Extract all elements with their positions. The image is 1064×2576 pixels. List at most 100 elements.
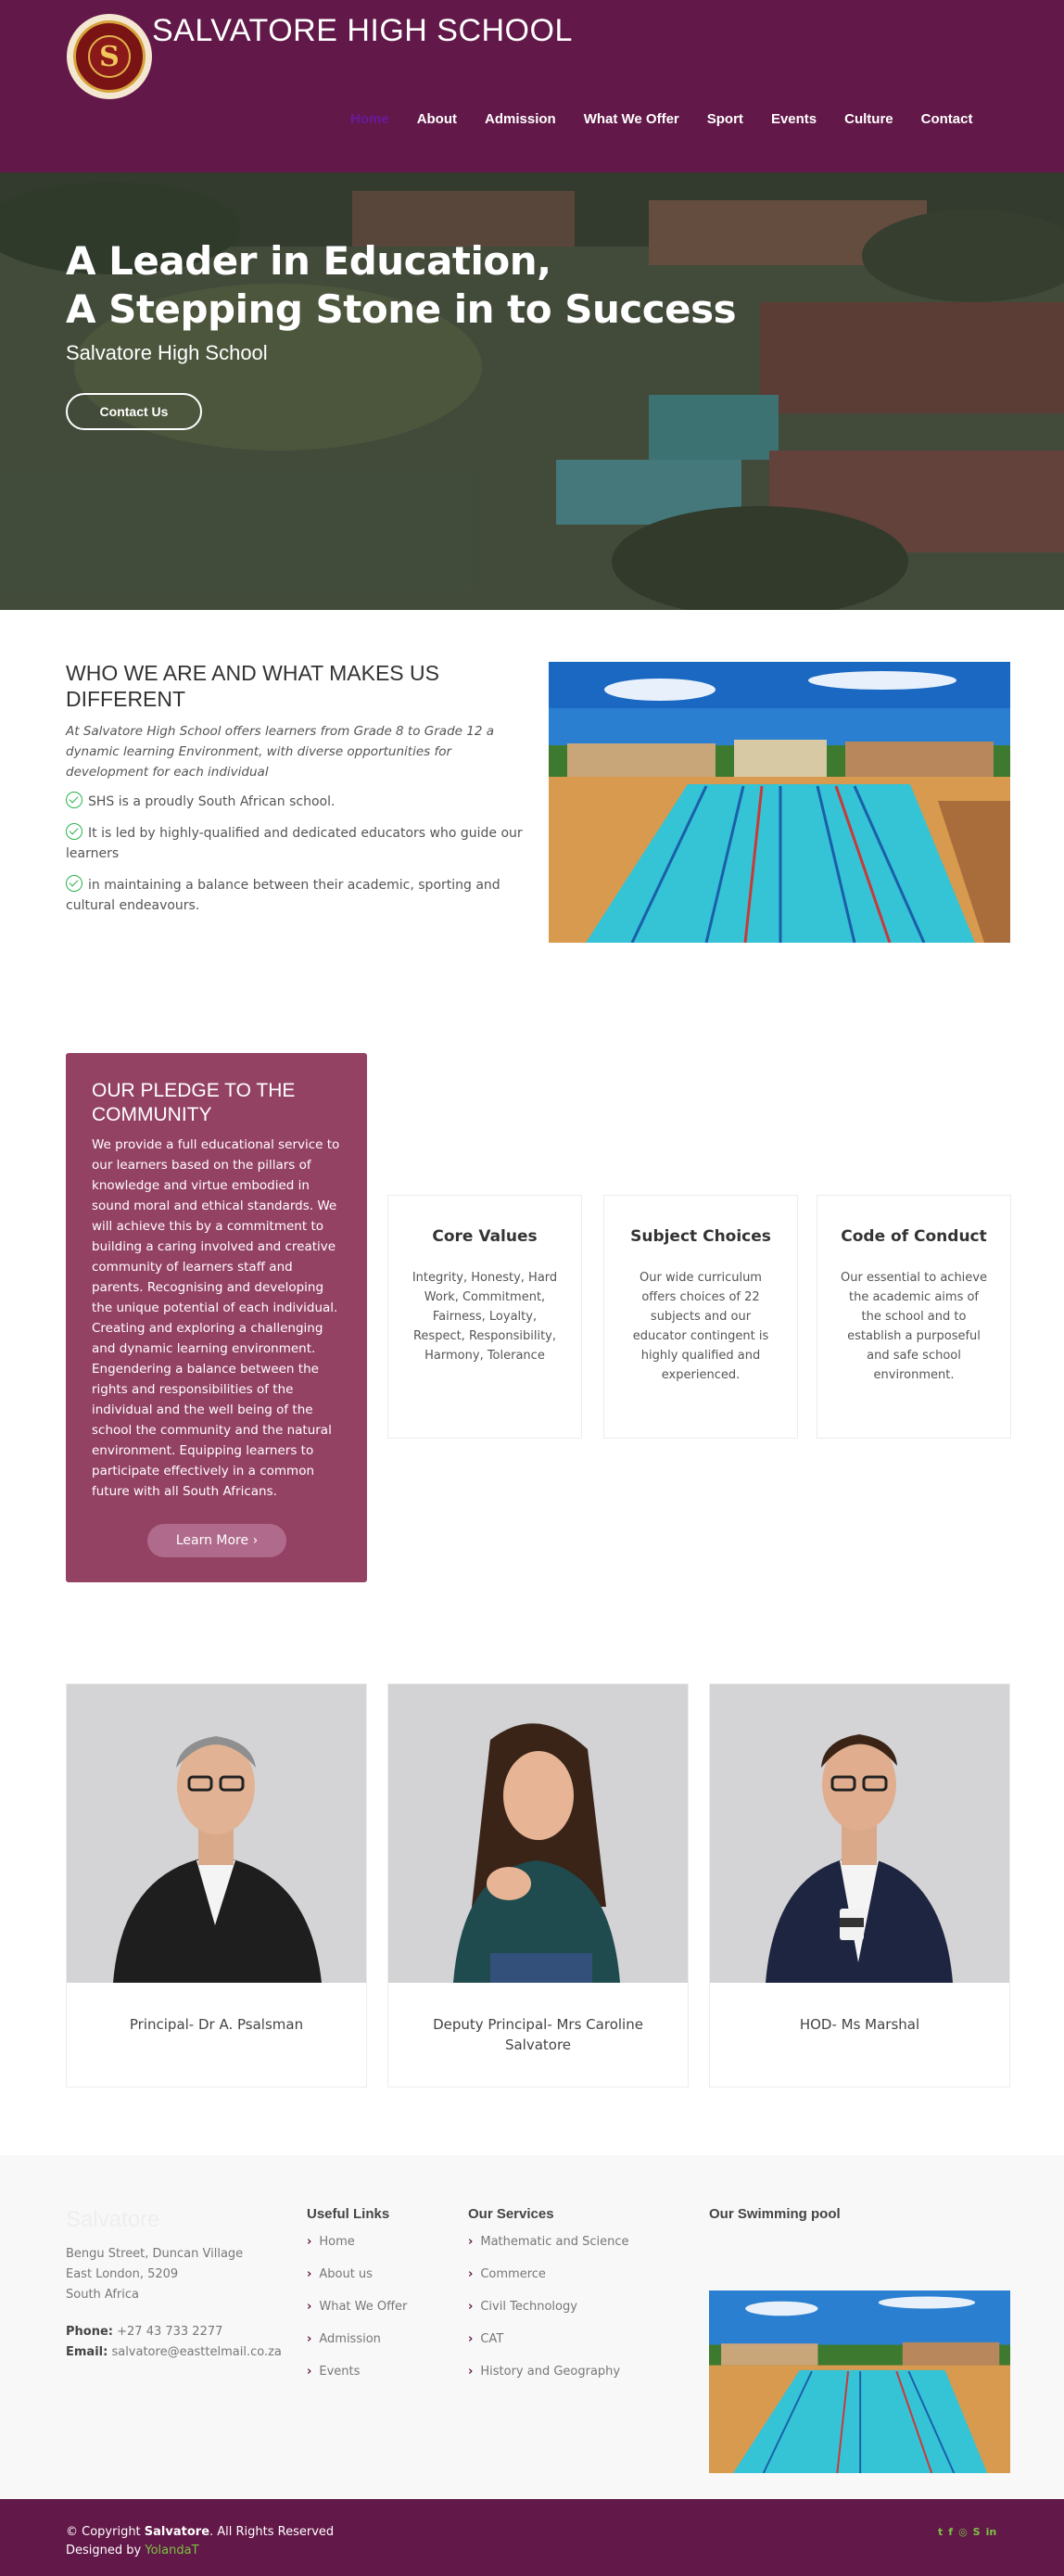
staff-card-principal[interactable]: Principal- Dr A. Psalsman xyxy=(66,1683,367,2087)
twitter-icon[interactable]: t xyxy=(938,2526,943,2538)
staff-name: Deputy Principal- Mrs Caroline Salvatore xyxy=(433,2016,643,2053)
card-title: Code of Conduct xyxy=(841,1227,987,1246)
list-item: in maintaining a balance between their a… xyxy=(66,875,529,916)
nav-sport[interactable]: Sport xyxy=(707,111,743,127)
pool-column: Our Swimming pool xyxy=(709,2206,841,2235)
person-photo xyxy=(67,1684,366,1983)
copyright-prefix: © Copyright xyxy=(66,2525,145,2539)
core-values-card[interactable]: Core Values Integrity, Honesty, Hard Wor… xyxy=(387,1195,582,1439)
pool-heading: Our Swimming pool xyxy=(709,2206,841,2222)
phone-value[interactable]: +27 43 733 2277 xyxy=(117,2325,222,2339)
footer-link-about[interactable]: About us xyxy=(307,2267,407,2300)
crest-letter-icon: S xyxy=(88,35,131,78)
useful-links-heading: Useful Links xyxy=(307,2206,390,2222)
pledge-heading: OUR PLEDGE TO THE COMMUNITY xyxy=(92,1080,296,1125)
footer-pool-image xyxy=(709,2290,1010,2473)
linkedin-icon[interactable]: in xyxy=(986,2526,997,2538)
person-photo xyxy=(710,1684,1009,1983)
card-text: Integrity, Honesty, Hard Work, Commitmen… xyxy=(412,1271,558,1363)
who-heading: WHO WE ARE AND WHAT MAKES US DIFFERENT xyxy=(66,661,439,711)
check-circle-icon xyxy=(66,875,82,892)
list-item: It is led by highly-qualified and dedica… xyxy=(66,823,529,864)
nav-admission[interactable]: Admission xyxy=(485,111,556,127)
svg-text:S: S xyxy=(99,41,120,73)
person-photo xyxy=(388,1684,688,1983)
check-circle-icon xyxy=(66,792,82,808)
hero-title-line2: A Stepping Stone in to Success xyxy=(66,286,737,332)
copyright-brand: Salvatore xyxy=(144,2525,210,2539)
learn-more-button[interactable]: Learn More › xyxy=(147,1524,286,1557)
email-value[interactable]: salvatore@easttelmail.co.za xyxy=(111,2345,281,2359)
site-title[interactable]: SALVATORE HIGH SCHOOL xyxy=(152,13,573,49)
crest-inner: S xyxy=(73,20,146,93)
footer-link-admission[interactable]: Admission xyxy=(307,2332,407,2365)
card-title: Core Values xyxy=(432,1227,538,1246)
nav-what-we-offer[interactable]: What We Offer xyxy=(584,111,679,127)
pledge-body: We provide a full educational service to… xyxy=(92,1137,340,1499)
instagram-icon[interactable]: ◎ xyxy=(958,2526,968,2538)
skype-icon[interactable]: S xyxy=(973,2526,981,2538)
useful-links-column: Useful Links Home About us What We Offer… xyxy=(307,2206,407,2397)
email-label: Email: xyxy=(66,2345,108,2359)
address-line: South Africa xyxy=(66,2288,139,2302)
who-points-list: SHS is a proudly South African school. I… xyxy=(66,792,529,916)
footer-link-what-we-offer[interactable]: What We Offer xyxy=(307,2300,407,2332)
service-link-math-science[interactable]: Mathematic and Science xyxy=(468,2235,628,2267)
nav-home[interactable]: Home xyxy=(350,111,389,127)
copyright-suffix: . All Rights Reserved xyxy=(209,2525,335,2539)
deputy-principal-photo xyxy=(388,1684,688,1983)
nav-events[interactable]: Events xyxy=(771,111,817,127)
designer-link[interactable]: YolandaT xyxy=(145,2544,198,2557)
footer-brand: Salvatore xyxy=(66,2207,160,2232)
hero-title-line1: A Leader in Education, xyxy=(66,238,551,284)
staff-name: HOD- Ms Marshal xyxy=(799,2016,920,2033)
hero-banner: A Leader in Education, A Stepping Stone … xyxy=(0,172,1064,610)
address-line: Bengu Street, Duncan Village xyxy=(66,2247,244,2261)
hero-subtitle: Salvatore High School xyxy=(66,341,268,364)
card-title: Subject Choices xyxy=(630,1227,771,1246)
staff-card-deputy-principal[interactable]: Deputy Principal- Mrs Caroline Salvatore xyxy=(387,1683,689,2087)
card-text: Our wide curriculum offers choices of 22… xyxy=(632,1271,769,1382)
service-link-history-geography[interactable]: History and Geography xyxy=(468,2365,628,2397)
phone-label: Phone: xyxy=(66,2325,113,2339)
main-nav: Home About Admission What We Offer Sport… xyxy=(350,111,1000,127)
staff-card-hod[interactable]: HOD- Ms Marshal xyxy=(709,1683,1010,2087)
service-link-commerce[interactable]: Commerce xyxy=(468,2267,628,2300)
point-text: in maintaining a balance between their a… xyxy=(66,878,500,913)
copyright-bar: © Copyright Salvatore. All Rights Reserv… xyxy=(0,2499,1064,2576)
pool-photo xyxy=(709,2290,1010,2473)
principal-photo xyxy=(67,1684,366,1983)
footer-link-home[interactable]: Home xyxy=(307,2235,407,2267)
nav-culture[interactable]: Culture xyxy=(844,111,893,127)
hod-photo xyxy=(710,1684,1009,1983)
staff-name: Principal- Dr A. Psalsman xyxy=(129,2016,304,2033)
services-column: Our Services Mathematic and Science Comm… xyxy=(468,2206,628,2397)
who-intro: At Salvatore High School offers learners… xyxy=(66,724,494,780)
nav-contact[interactable]: Contact xyxy=(921,111,973,127)
swimming-pool-image xyxy=(549,662,1010,943)
pool-photo xyxy=(549,662,1010,943)
subject-choices-card[interactable]: Subject Choices Our wide curriculum offe… xyxy=(603,1195,798,1439)
list-item: SHS is a proudly South African school. xyxy=(66,792,529,812)
copyright-text: © Copyright Salvatore. All Rights Reserv… xyxy=(66,2523,334,2560)
service-link-civil-technology[interactable]: Civil Technology xyxy=(468,2300,628,2332)
pledge-panel: OUR PLEDGE TO THE COMMUNITY We provide a… xyxy=(66,1053,367,1582)
service-link-cat[interactable]: CAT xyxy=(468,2332,628,2365)
code-of-conduct-card[interactable]: Code of Conduct Our essential to achieve… xyxy=(817,1195,1011,1439)
footer-link-events[interactable]: Events xyxy=(307,2365,407,2397)
footer-contact: Phone: +27 43 733 2277 Email: salvatore@… xyxy=(66,2322,282,2363)
designed-prefix: Designed by xyxy=(66,2544,146,2557)
contact-us-button[interactable]: Contact Us xyxy=(66,393,202,430)
point-text: It is led by highly-qualified and dedica… xyxy=(66,826,523,861)
facebook-icon[interactable]: f xyxy=(948,2526,953,2538)
social-links: t f ◎ S in xyxy=(938,2526,996,2538)
nav-about[interactable]: About xyxy=(417,111,457,127)
footer-address: Bengu Street, Duncan Village East London… xyxy=(66,2244,243,2305)
check-circle-icon xyxy=(66,823,82,840)
address-line: East London, 5209 xyxy=(66,2267,179,2281)
card-text: Our essential to achieve the academic ai… xyxy=(841,1271,987,1382)
services-heading: Our Services xyxy=(468,2206,554,2222)
point-text: SHS is a proudly South African school. xyxy=(88,794,336,809)
school-crest-logo[interactable]: S xyxy=(67,14,152,99)
who-we-are-section: WHO WE ARE AND WHAT MAKES US DIFFERENT A… xyxy=(66,660,529,927)
